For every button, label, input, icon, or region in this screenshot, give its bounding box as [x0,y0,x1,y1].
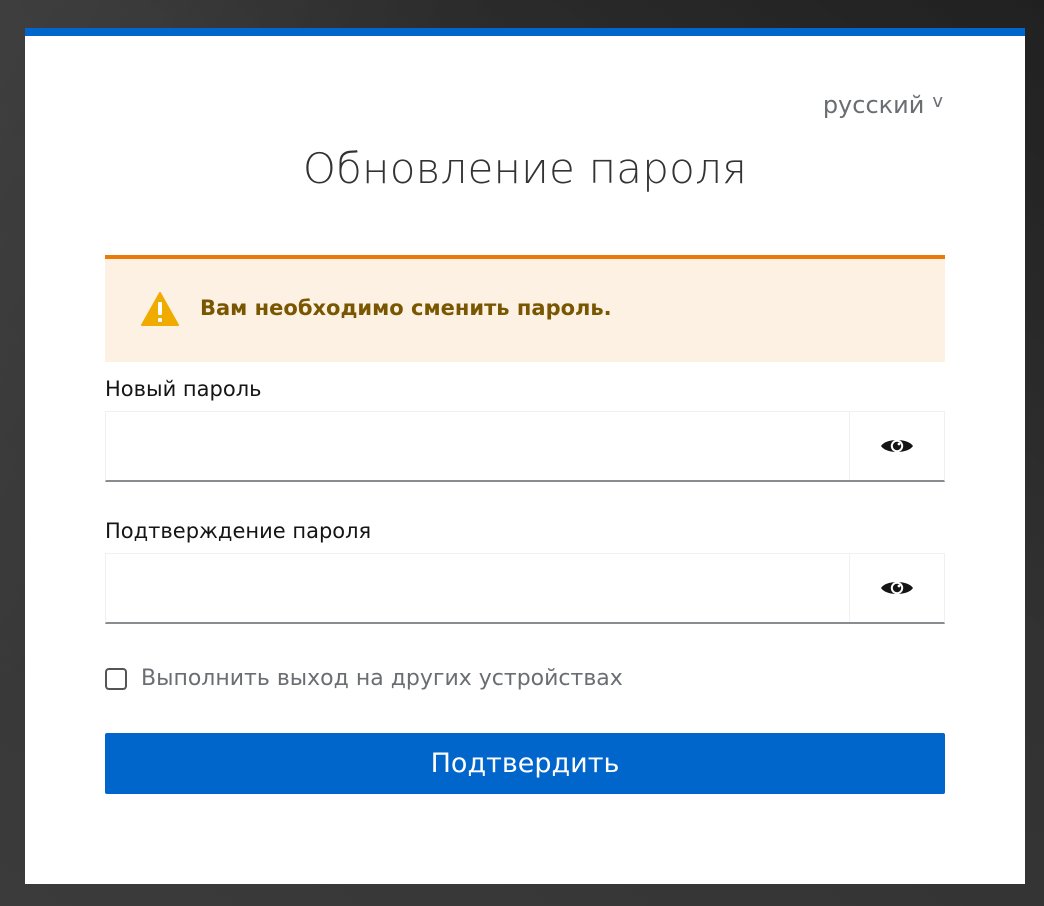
login-card: русский v Обновление пароля Вам необходи… [25,28,1025,884]
chevron-down-icon: v [932,91,943,112]
submit-button[interactable]: Подтвердить [105,733,945,794]
language-label: русский [822,91,925,119]
show-new-password-button[interactable] [849,412,944,480]
new-password-field [105,411,945,482]
confirm-password-field [105,553,945,624]
confirm-password-input[interactable] [106,554,849,622]
warning-icon [141,292,179,326]
page-title: Обновление пароля [302,144,748,193]
logout-other-devices-option[interactable]: Выполнить выход на других устройствах [105,666,623,691]
logout-other-devices-label: Выполнить выход на других устройствах [141,666,623,691]
show-confirm-password-button[interactable] [849,554,944,622]
alert-message: Вам необходимо сменить пароль. [200,296,612,320]
language-selector[interactable]: русский v [823,91,943,119]
new-password-label: Новый пароль [105,377,262,401]
new-password-input[interactable] [106,412,849,480]
eye-icon [881,439,913,453]
eye-icon [881,581,913,595]
warning-alert: Вам необходимо сменить пароль. [105,255,945,362]
logout-other-devices-checkbox[interactable] [105,667,127,690]
confirm-password-label: Подтверждение пароля [105,519,372,543]
